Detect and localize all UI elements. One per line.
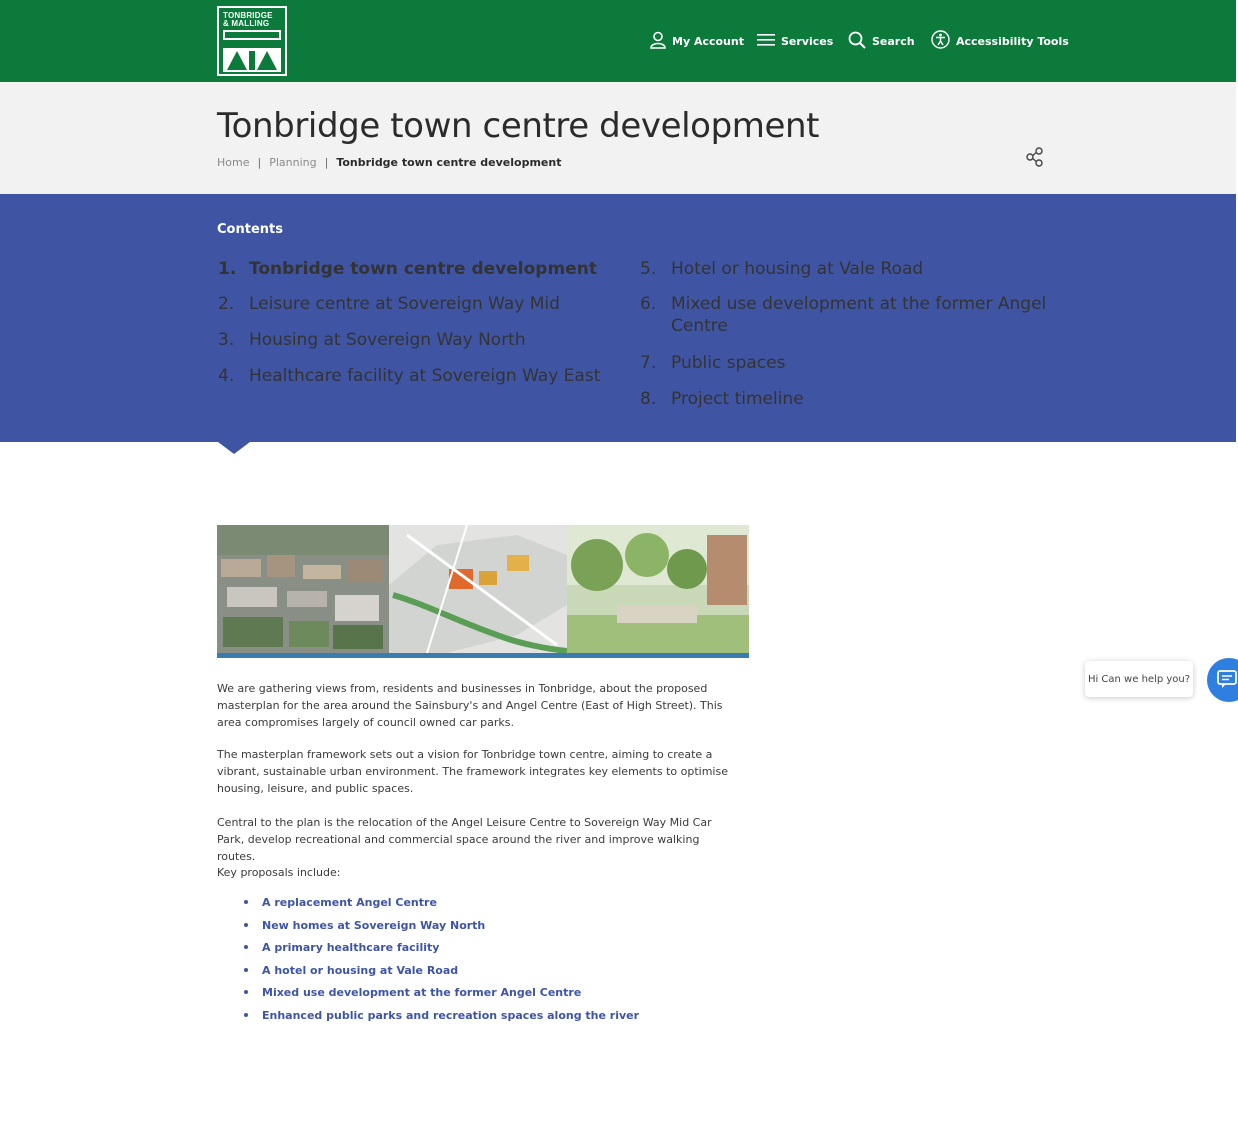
council-logo[interactable]: TONBRIDGE & MALLING (217, 6, 287, 76)
breadcrumb-home[interactable]: Home (217, 156, 249, 169)
user-icon (650, 31, 666, 52)
chat-prompt-bubble[interactable]: Hi Can we help you? (1085, 661, 1193, 697)
nav-my-account[interactable]: My Account (650, 28, 744, 54)
proposal-link[interactable]: A primary healthcare facility (262, 941, 439, 954)
logo-line-2: & MALLING (223, 19, 270, 28)
nav-services-label: Services (781, 34, 834, 48)
nav-services[interactable]: Services (757, 28, 833, 54)
proposal-link[interactable]: A replacement Angel Centre (262, 896, 437, 909)
contents-panel (0, 194, 1236, 442)
proposal-link[interactable]: A hotel or housing at Vale Road (262, 964, 458, 977)
breadcrumb-planning[interactable]: Planning (269, 156, 316, 169)
nav-search[interactable]: Search (848, 28, 915, 54)
intro-paragraph: We are gathering views from, residents a… (217, 682, 723, 729)
key-proposals-heading: Key proposals include: (217, 866, 341, 879)
menu-icon (757, 33, 775, 50)
contents-pointer (218, 442, 250, 454)
central-plan-paragraph: Central to the plan is the relocation of… (217, 816, 712, 863)
breadcrumb-current: Tonbridge town centre development (336, 156, 562, 169)
page-title: Tonbridge town centre development (217, 106, 820, 146)
nav-accessibility-label: Accessibility Tools (956, 34, 1069, 48)
nav-accessibility-tools[interactable]: Accessibility Tools (931, 28, 1069, 54)
breadcrumb: Home | Planning | Tonbridge town centre deve… (217, 156, 562, 169)
nav-my-account-label: My Account (672, 34, 744, 48)
nav-search-label: Search (872, 34, 915, 48)
proposal-link[interactable]: Enhanced public parks and recreation spa… (262, 1009, 639, 1022)
chat-icon[interactable] (1207, 658, 1238, 702)
contents-heading: Contents (217, 222, 283, 237)
proposal-link[interactable]: New homes at Sovereign Way North (262, 919, 485, 932)
site-header: TONBRIDGE & MALLING My Account Services … (0, 0, 1236, 82)
accessibility-icon (931, 30, 950, 52)
logo-banner (223, 30, 281, 40)
search-icon (848, 31, 866, 52)
hero-image (217, 525, 749, 658)
share-icon[interactable] (1024, 146, 1046, 168)
proposal-link[interactable]: Mixed use development at the former Ange… (262, 986, 581, 999)
logo-mark-icon (223, 48, 281, 72)
framework-paragraph: The masterplan framework sets out a visi… (217, 748, 728, 795)
